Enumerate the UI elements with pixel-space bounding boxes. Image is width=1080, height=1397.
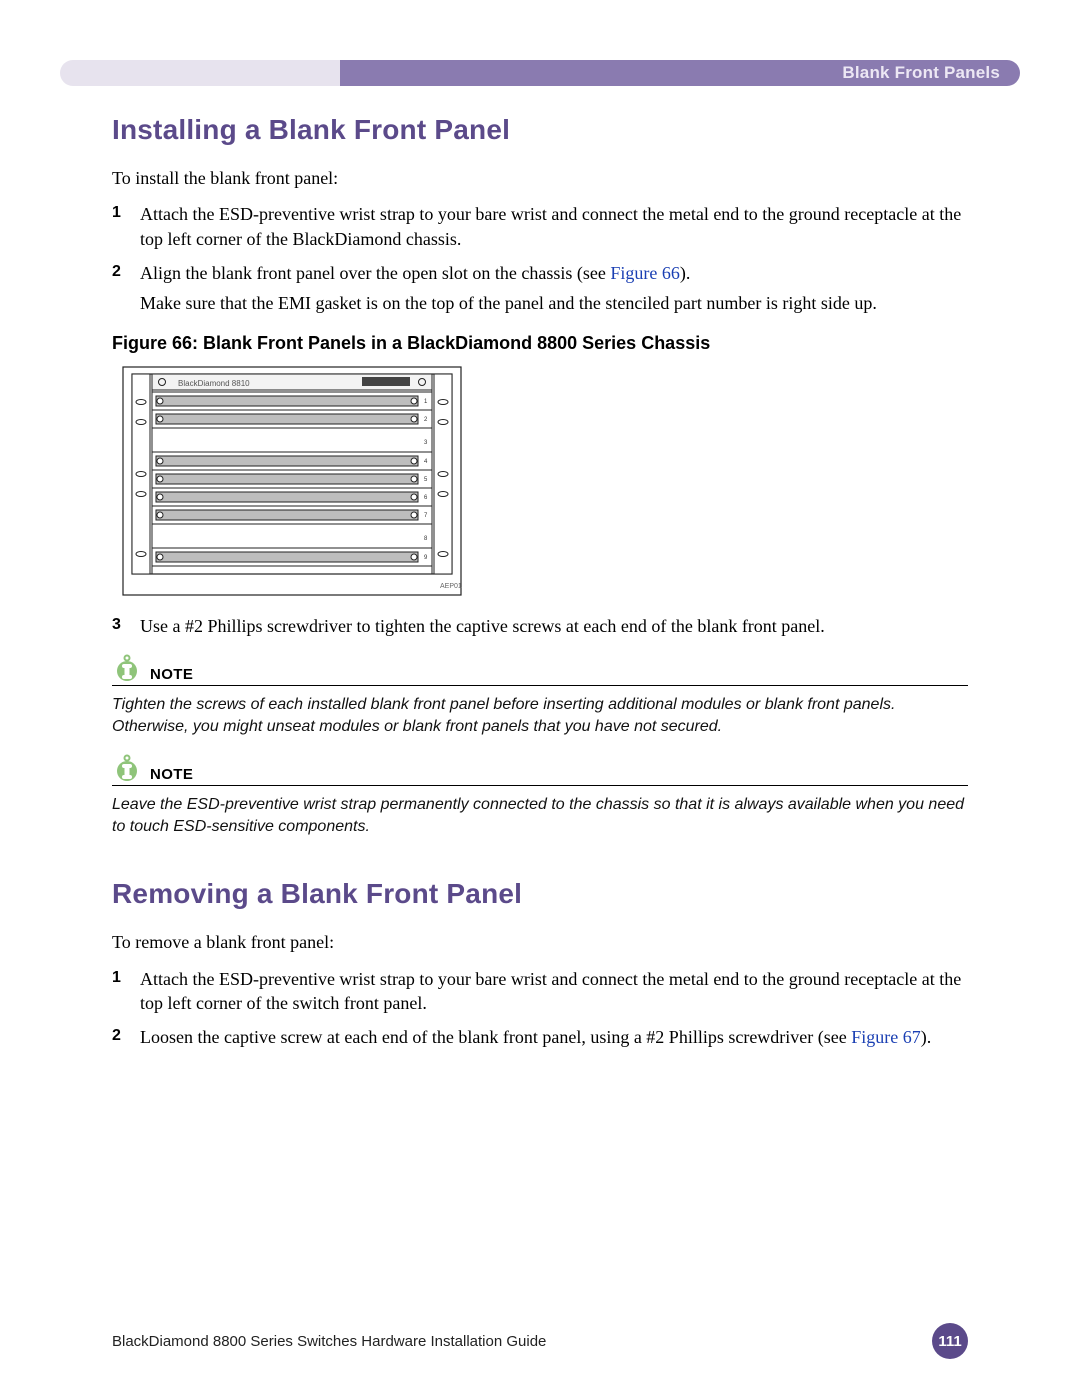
figure-asset-id: AEP018: [440, 583, 462, 590]
step-number: 1: [112, 202, 128, 251]
note-label: NOTE: [150, 766, 193, 783]
section-heading-remove: Removing a Blank Front Panel: [112, 878, 968, 910]
note-body: Tighten the screws of each installed bla…: [112, 694, 968, 739]
note-body: Leave the ESD-preventive wrist strap per…: [112, 794, 968, 839]
remove-step-1: 1 Attach the ESD-preventive wrist strap …: [112, 967, 968, 1016]
figure-reference-link[interactable]: Figure 67: [851, 1027, 921, 1047]
header-bar-left: [60, 60, 340, 86]
step-text-post: ).: [921, 1027, 932, 1047]
header-bar: Blank Front Panels: [60, 60, 1020, 86]
step-number: 2: [112, 261, 128, 316]
note-block-2: NOTE Leave the ESD-preventive wrist stra…: [112, 753, 968, 839]
step-text: Attach the ESD-preventive wrist strap to…: [140, 967, 968, 1016]
note-header: NOTE: [112, 653, 968, 686]
step-number: 3: [112, 614, 128, 638]
page-footer: BlackDiamond 8800 Series Switches Hardwa…: [112, 1323, 968, 1359]
page: Blank Front Panels Installing a Blank Fr…: [0, 0, 1080, 1397]
remove-intro: To remove a blank front panel:: [112, 930, 968, 954]
footer-guide-title: BlackDiamond 8800 Series Switches Hardwa…: [112, 1333, 546, 1350]
remove-steps: 1 Attach the ESD-preventive wrist strap …: [112, 967, 968, 1050]
step-subtext: Make sure that the EMI gasket is on the …: [140, 291, 968, 315]
install-step-2: 2 Align the blank front panel over the o…: [112, 261, 968, 316]
header-bar-right: Blank Front Panels: [340, 60, 1020, 86]
step-text: Loosen the captive screw at each end of …: [140, 1025, 968, 1049]
install-step-3-list: 3 Use a #2 Phillips screwdriver to tight…: [112, 614, 968, 638]
step-number: 1: [112, 967, 128, 1016]
note-header: NOTE: [112, 753, 968, 786]
step-text: Align the blank front panel over the ope…: [140, 261, 968, 316]
chassis-model-label: BlackDiamond 8810: [178, 379, 250, 388]
page-number-badge: 111: [932, 1323, 968, 1359]
content: Installing a Blank Front Panel To instal…: [112, 108, 968, 1062]
install-step-1: 1 Attach the ESD-preventive wrist strap …: [112, 202, 968, 251]
install-step-3: 3 Use a #2 Phillips screwdriver to tight…: [112, 614, 968, 638]
note-label: NOTE: [150, 666, 193, 683]
step-text: Attach the ESD-preventive wrist strap to…: [140, 202, 968, 251]
page-number: 111: [938, 1333, 961, 1350]
step-number: 2: [112, 1025, 128, 1049]
step-text: Use a #2 Phillips screwdriver to tighten…: [140, 614, 968, 638]
section-heading-install: Installing a Blank Front Panel: [112, 114, 968, 146]
remove-step-2: 2 Loosen the captive screw at each end o…: [112, 1025, 968, 1049]
header-section-title: Blank Front Panels: [842, 63, 1000, 83]
chassis-diagram: BlackDiamond 8810: [122, 366, 462, 596]
install-intro: To install the blank front panel:: [112, 166, 968, 190]
note-block-1: NOTE Tighten the screws of each installe…: [112, 653, 968, 739]
step-text-post: ).: [680, 263, 691, 283]
info-icon: [112, 653, 142, 683]
figure-caption: Figure 66: Blank Front Panels in a Black…: [112, 333, 968, 354]
info-icon: [112, 753, 142, 783]
step-text-pre: Loosen the captive screw at each end of …: [140, 1027, 851, 1047]
install-steps: 1 Attach the ESD-preventive wrist strap …: [112, 202, 968, 315]
step-text-pre: Align the blank front panel over the ope…: [140, 263, 610, 283]
figure-reference-link[interactable]: Figure 66: [610, 263, 680, 283]
figure-66-chassis: BlackDiamond 8810: [122, 366, 462, 596]
